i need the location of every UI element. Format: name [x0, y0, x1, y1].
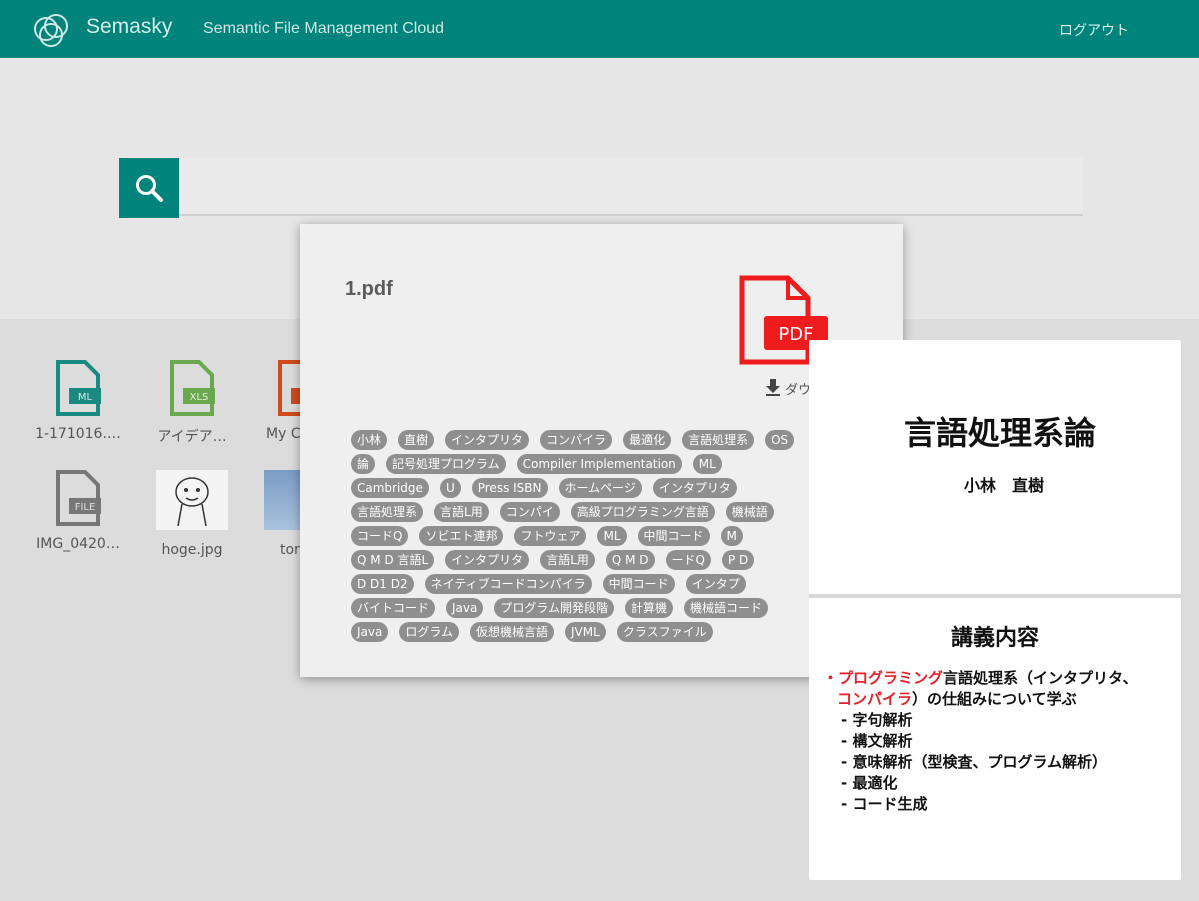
file-name: tor… — [280, 542, 300, 558]
tag-chip[interactable]: ログラム — [399, 622, 459, 642]
tag-chip[interactable]: JVML — [565, 622, 606, 642]
bullet-text: ）の仕組みについて学ぶ — [912, 690, 1077, 708]
tag-chip[interactable]: Compiler Implementation — [516, 454, 682, 474]
bullet-marker: ・ — [823, 669, 839, 687]
tag-chip[interactable]: Java — [351, 622, 389, 642]
tag-chip[interactable]: Press ISBN — [471, 478, 548, 498]
tag-chip[interactable]: 小林 — [351, 430, 388, 450]
bullet-highlight: プログラミング — [838, 669, 944, 687]
tag-chip[interactable]: 機械語コード — [684, 598, 769, 618]
tag-chip[interactable]: Cambridge — [351, 478, 429, 498]
tag-chip[interactable]: ードQ — [665, 550, 711, 570]
tag-chip[interactable]: ホームページ — [558, 478, 642, 498]
download-label: ダウ — [785, 383, 812, 398]
file-item[interactable]: XLS アイデア… — [142, 360, 242, 446]
tag-chip[interactable]: クラスファイル — [616, 622, 713, 642]
list-item: - コード生成 — [841, 795, 928, 813]
tag-chip[interactable]: インタプ — [685, 574, 746, 594]
bullet-line: ・プログラミング言語処理系（インタプリタ、 — [823, 668, 1177, 689]
page-divider — [809, 594, 1181, 598]
file-item[interactable]: tor… — [264, 470, 300, 558]
bullet-line: コンパイラ）の仕組みについて学ぶ — [823, 689, 1177, 710]
tag-list: 小林 直樹 インタプリタ コンパイラ 最適化 言語処理系 OS論 記号処理プログラム Compi… — [345, 428, 810, 646]
search-button[interactable] — [119, 158, 179, 218]
tag-chip[interactable]: 中間コード — [602, 574, 675, 594]
file-type-label: FILE — [75, 502, 96, 513]
file-item[interactable]: hoge.jpg — [142, 470, 242, 558]
tag-chip[interactable]: 高級プログラミング言語 — [570, 502, 715, 522]
app-header: Semasky Semantic File Management Cloud ロ… — [0, 0, 1199, 58]
xls-file-icon: XLS — [170, 360, 215, 416]
tag-chip[interactable]: コンパイラ — [540, 430, 613, 450]
file-type-label: ML — [78, 392, 93, 403]
tag-chip[interactable]: 言語L用 — [434, 502, 489, 522]
tag-chip[interactable]: 中間コード — [637, 526, 710, 546]
tag-chip[interactable]: 直樹 — [398, 430, 435, 450]
preview-body: ・プログラミング言語処理系（インタプリタ、 コンパイラ）の仕組みについて学ぶ -… — [823, 668, 1177, 815]
tag-chip[interactable]: P D — [722, 550, 755, 570]
generic-file-icon: FILE — [56, 470, 101, 526]
file-name: アイデア… — [157, 429, 227, 445]
tag-chip[interactable]: M — [720, 526, 743, 546]
tag-chip[interactable]: ML — [692, 454, 722, 474]
tag-chip[interactable]: 記号処理プログラム — [386, 454, 506, 474]
logout-link[interactable]: ログアウト — [1059, 20, 1129, 40]
tag-chip[interactable]: コンパイ — [499, 502, 560, 522]
file-item[interactable]: FILE IMG_0420… — [28, 470, 128, 552]
tag-chip[interactable]: 論 — [351, 454, 376, 474]
bullet-highlight: コンパイラ — [837, 690, 913, 708]
tag-chip[interactable]: 機械語 — [725, 502, 774, 522]
tag-chip[interactable]: インタプリタ — [652, 478, 737, 498]
tag-chip[interactable]: プログラム開発段階 — [494, 598, 615, 618]
list-item: - 最適化 — [841, 774, 898, 792]
brand-name[interactable]: Semasky — [86, 15, 172, 39]
tag-chip[interactable]: Q M D — [605, 550, 655, 570]
tag-chip[interactable]: ML — [597, 526, 627, 546]
preview-section-title: 講義内容 — [950, 626, 1039, 651]
preview-author: 小林 直樹 — [963, 476, 1044, 495]
face-sketch-icon — [175, 477, 209, 527]
tag-chip[interactable]: D D1 D2 — [351, 574, 414, 594]
file-name: IMG_0420… — [36, 536, 120, 552]
file-item[interactable]: ML 1-171016.… — [28, 360, 128, 442]
search-input[interactable] — [179, 158, 1083, 216]
tag-chip[interactable]: インタプリタ — [445, 550, 530, 570]
image-thumbnail — [264, 470, 300, 530]
tag-chip[interactable]: バイトコード — [351, 598, 436, 618]
download-button[interactable]: ダウ — [765, 379, 811, 398]
semasky-logo-icon[interactable] — [31, 9, 71, 49]
pdf-preview: 言語処理系論 小林 直樹 講義内容 ・プログラミング言語処理系（インタプリタ、 … — [809, 340, 1181, 880]
file-title: 1.pdf — [345, 278, 393, 300]
tag-chip[interactable]: 言語処理系 — [351, 502, 424, 522]
tag-chip[interactable]: 仮想機械言語 — [470, 622, 555, 642]
tag-chip[interactable]: OS — [765, 430, 795, 450]
bullet-text: 言語処理系（インタプリタ、 — [943, 669, 1138, 687]
tag-chip[interactable]: 言語L用 — [540, 550, 595, 570]
list-item: - 構文解析 — [841, 732, 913, 750]
tag-chip[interactable]: インタプリタ — [445, 430, 530, 450]
list-item: - 意味解析（型検査、プログラム解析） — [841, 753, 1107, 771]
download-icon — [766, 379, 780, 396]
tag-chip[interactable]: コードQ — [351, 526, 409, 546]
preview-title: 言語処理系論 — [903, 414, 1096, 452]
image-thumbnail — [156, 470, 228, 530]
app-tagline: Semantic File Management Cloud — [203, 20, 445, 37]
tag-chip[interactable]: 最適化 — [623, 430, 672, 450]
tag-chip[interactable]: 計算機 — [625, 598, 674, 618]
search-icon — [136, 175, 163, 202]
file-type-label: XLS — [190, 392, 209, 403]
ml-file-icon: ML — [56, 360, 101, 416]
tag-chip[interactable]: U — [439, 478, 461, 498]
file-name: 1-171016.… — [35, 426, 121, 442]
tag-chip[interactable]: 言語処理系 — [682, 430, 755, 450]
tag-chip[interactable]: Q M D 言語L — [351, 550, 435, 570]
tag-chip[interactable]: ソビエト連邦 — [419, 526, 504, 546]
tag-chip[interactable]: Java — [446, 598, 484, 618]
tag-chip[interactable]: フトウェア — [514, 526, 587, 546]
tag-chip[interactable]: ネイティブコードコンパイラ — [424, 574, 592, 594]
file-name: hoge.jpg — [161, 542, 223, 558]
list-item: - 字句解析 — [841, 711, 913, 729]
